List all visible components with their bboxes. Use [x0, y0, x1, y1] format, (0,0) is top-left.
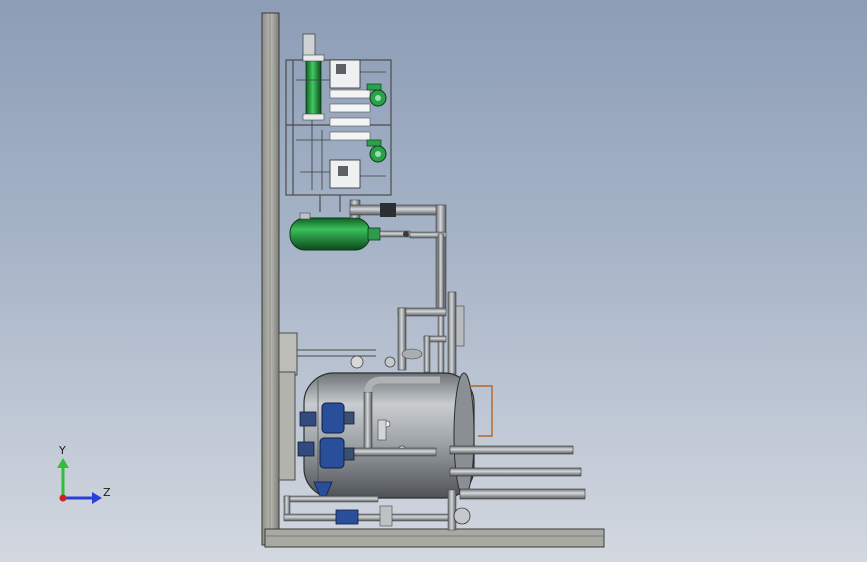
y-axis-label: Y: [58, 444, 66, 457]
z-axis-label: Z: [103, 486, 111, 499]
small-motor: [350, 348, 423, 369]
green-compressor-lower: [366, 139, 387, 163]
z-axis-arrowhead: [92, 492, 102, 504]
frame-column: [261, 12, 280, 546]
outlet-pipes: [449, 445, 586, 500]
y-axis-arrowhead: [57, 458, 69, 468]
model-canvas[interactable]: Y Z: [0, 0, 867, 562]
cad-viewport[interactable]: Y Z: [0, 0, 867, 562]
triad-origin: [59, 494, 67, 502]
main-pressure-vessel: [303, 372, 475, 499]
green-receiver-tank: [289, 212, 411, 251]
green-filter-vertical: [302, 33, 325, 121]
upper-manifold: [329, 59, 371, 189]
base-skid: [264, 528, 605, 548]
coordinate-triad: Y Z: [57, 444, 111, 504]
